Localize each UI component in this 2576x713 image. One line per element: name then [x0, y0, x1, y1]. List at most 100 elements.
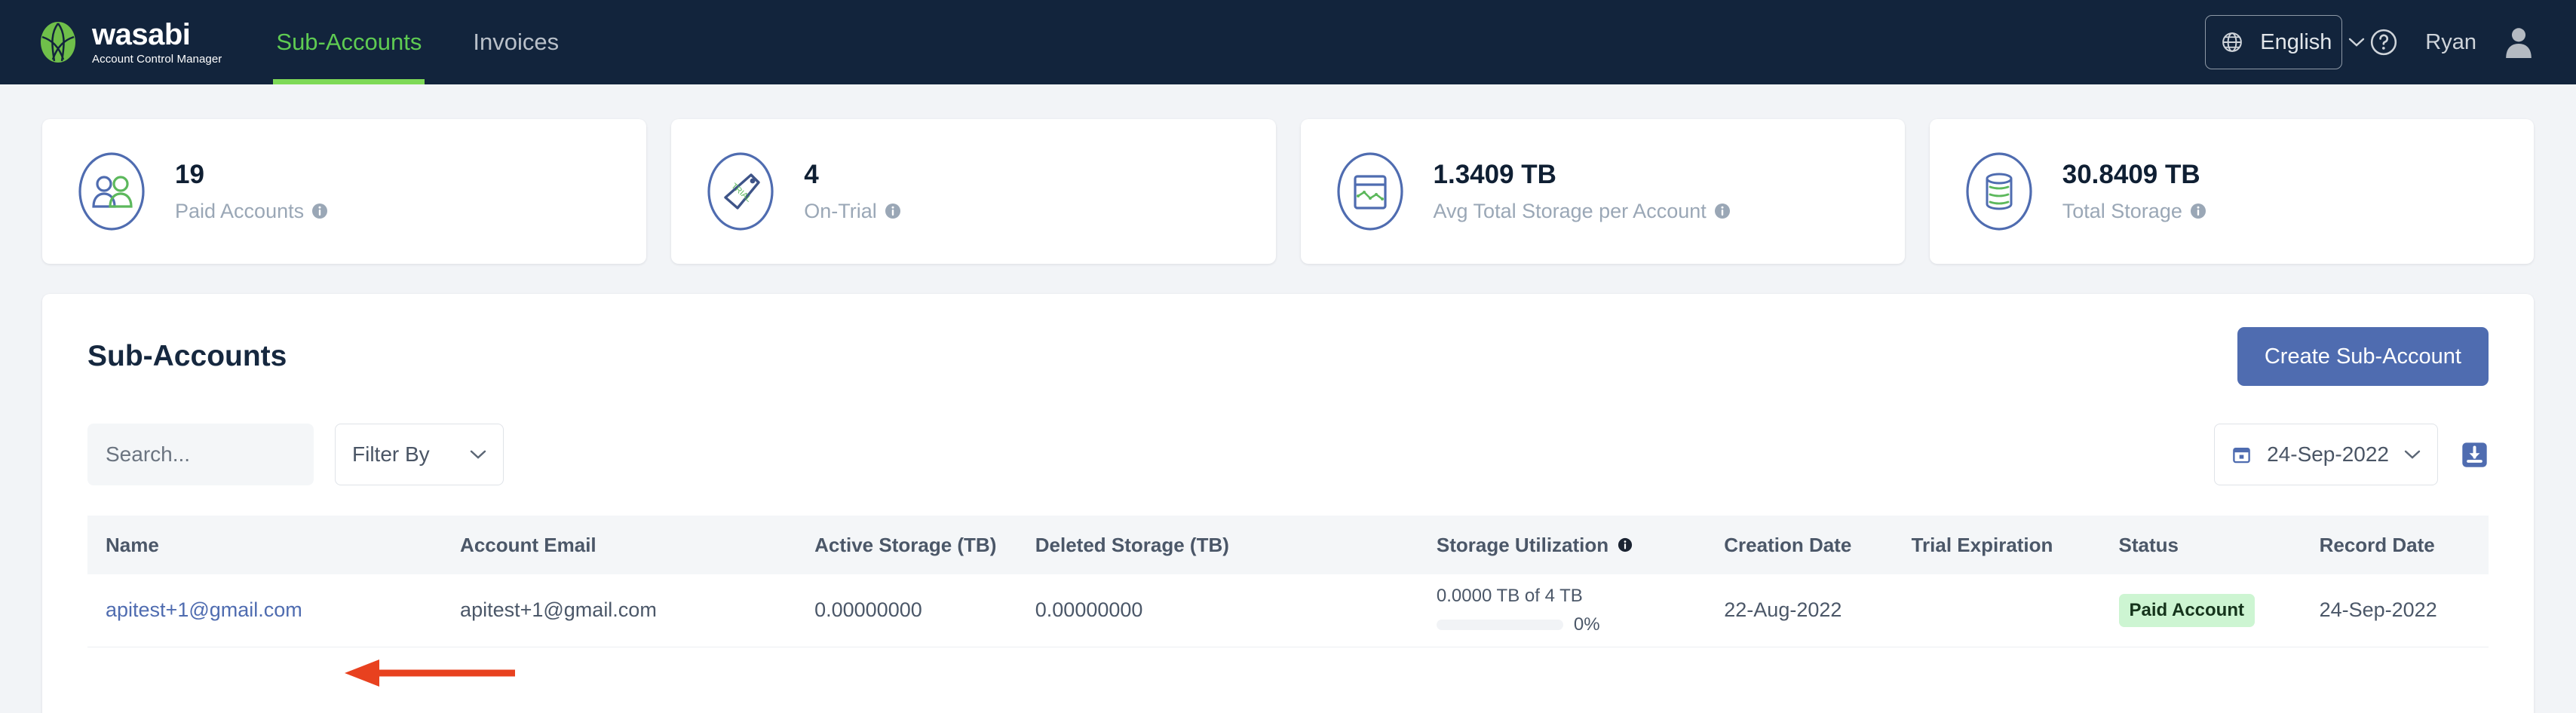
column-header-storage-utilization-label: Storage Utilization [1436, 533, 1609, 556]
column-header-trial-expiration-label: Trial Expiration [1911, 533, 2053, 556]
database-icon [1966, 152, 2032, 231]
stat-value: 4 [804, 160, 819, 190]
column-header-creation-date-label: Creation Date [1724, 533, 1852, 556]
utilization-text: 0.0000 TB of 4 TB [1436, 585, 1583, 606]
column-header-active-storage-label: Active Storage (TB) [814, 533, 997, 556]
column-header-active-storage[interactable]: Active Storage (TB) [796, 516, 1017, 574]
user-name-label: Ryan [2425, 29, 2476, 54]
column-header-deleted-storage-label: Deleted Storage (TB) [1035, 533, 1229, 556]
utilization-progress-row: 0% [1436, 614, 1706, 635]
table-toolbar: Filter By 24-Sep-2022 [42, 386, 2534, 485]
trial-tag-icon: TRIAL [707, 152, 774, 231]
stat-label-row: Paid Accounts [175, 200, 328, 223]
top-navigation-bar: wasabi Account Control Manager Sub-Accou… [0, 0, 2576, 84]
stat-value: 30.8409 TB [2062, 160, 2200, 190]
stat-label-row: Avg Total Storage per Account [1434, 200, 1731, 223]
page-root: wasabi Account Control Manager Sub-Accou… [0, 0, 2576, 713]
info-icon[interactable] [885, 203, 901, 219]
main-nav-links: Sub-Accounts Invoices [273, 0, 562, 84]
nav-tab-invoices[interactable]: Invoices [470, 0, 562, 84]
storage-chart-icon [1336, 152, 1403, 231]
nav-right-group: English Ryan [2205, 15, 2534, 69]
info-icon[interactable] [1714, 203, 1731, 219]
sub-accounts-panel: Sub-Accounts Create Sub-Account Filter B… [42, 294, 2534, 713]
stat-card-paid-accounts: 19 Paid Accounts [42, 119, 647, 264]
column-header-storage-utilization[interactable]: Storage Utilization [1418, 516, 1706, 574]
filter-by-dropdown[interactable]: Filter By [335, 424, 504, 485]
page-title: Sub-Accounts [87, 340, 287, 372]
column-header-name[interactable]: Name [87, 516, 442, 574]
stat-card-on-trial: TRIAL 4 On-Trial [671, 119, 1276, 264]
column-header-account-email[interactable]: Account Email [442, 516, 796, 574]
nav-tab-sub-accounts[interactable]: Sub-Accounts [273, 0, 425, 84]
info-icon[interactable] [1618, 537, 1633, 552]
info-icon[interactable] [311, 203, 328, 219]
utilization-percent: 0% [1573, 614, 1600, 635]
language-label: English [2260, 29, 2332, 54]
table-body: apitest+1@gmail.com apitest+1@gmail.com … [87, 574, 2489, 647]
download-box-icon[interactable] [2461, 441, 2489, 469]
cell-creation-date: 22-Aug-2022 [1706, 574, 1894, 647]
stat-label-row: Total Storage [2062, 200, 2206, 223]
sub-accounts-table-container: Name Account Email Active Storage (TB) D… [42, 516, 2534, 647]
brand-tagline: Account Control Manager [92, 53, 222, 66]
create-sub-account-button[interactable]: Create Sub-Account [2237, 327, 2489, 386]
stat-label: Total Storage [2062, 199, 2182, 222]
avg-storage-icon-ring [1334, 151, 1406, 232]
stat-label: Avg Total Storage per Account [1433, 199, 1707, 222]
column-header-status[interactable]: Status [2101, 516, 2302, 574]
column-header-creation-date[interactable]: Creation Date [1706, 516, 1893, 574]
chevron-down-icon [2404, 450, 2421, 459]
search-input[interactable] [87, 424, 314, 485]
trial-icon-ring: TRIAL [704, 151, 777, 232]
table-header: Name Account Email Active Storage (TB) D… [87, 516, 2489, 574]
user-avatar-icon[interactable] [2504, 26, 2534, 58]
stat-label: On-Trial [804, 199, 877, 222]
cell-trial-expiration [1893, 574, 2101, 647]
cell-status: Paid Account [2100, 574, 2302, 647]
stat-label: Paid Accounts [175, 199, 305, 222]
calendar-icon [2233, 447, 2250, 464]
brand-logo[interactable]: wasabi Account Control Manager [36, 20, 222, 65]
wasabi-leaf-icon [41, 22, 75, 63]
brand-wordmark: wasabi [92, 18, 191, 51]
filter-by-label: Filter By [352, 442, 430, 466]
chevron-down-icon [2349, 38, 2365, 47]
cell-storage-utilization: 0.0000 TB of 4 TB 0% [1418, 574, 1707, 647]
column-header-deleted-storage[interactable]: Deleted Storage (TB) [1017, 516, 1418, 574]
summary-stat-cards: 19 Paid Accounts TRIAL 4 On-Trial 1.3409… [0, 84, 2576, 264]
cell-account-email: apitest+1@gmail.com [442, 574, 797, 647]
users-icon [78, 152, 145, 231]
sub-accounts-table: Name Account Email Active Storage (TB) D… [87, 516, 2489, 647]
stat-label-row: On-Trial [804, 200, 901, 223]
cell-active-storage: 0.00000000 [796, 574, 1017, 647]
column-header-status-label: Status [2118, 533, 2179, 556]
status-badge: Paid Account [2118, 593, 2255, 627]
date-picker-label: 24-Sep-2022 [2267, 442, 2389, 466]
users-icon-ring [75, 151, 148, 232]
utilization-progress-bar [1436, 619, 1563, 630]
panel-header: Sub-Accounts Create Sub-Account [42, 294, 2534, 386]
cell-deleted-storage: 0.00000000 [1017, 574, 1418, 647]
help-circle-icon[interactable] [2369, 28, 2398, 57]
column-header-trial-expiration[interactable]: Trial Expiration [1894, 516, 2101, 574]
globe-icon [2222, 32, 2243, 52]
stat-value: 19 [175, 160, 204, 190]
table-header-row: Name Account Email Active Storage (TB) D… [87, 516, 2489, 574]
stat-card-total-storage: 30.8409 TB Total Storage [1929, 119, 2534, 264]
stat-card-avg-storage: 1.3409 TB Avg Total Storage per Account [1300, 119, 1905, 264]
info-icon[interactable] [2190, 203, 2206, 219]
total-storage-icon-ring [1963, 151, 2035, 232]
column-header-record-date[interactable]: Record Date [2302, 516, 2489, 574]
toolbar-right-group: 24-Sep-2022 [2214, 424, 2489, 485]
date-picker[interactable]: 24-Sep-2022 [2214, 424, 2438, 485]
language-selector[interactable]: English [2205, 15, 2365, 69]
chevron-down-icon [470, 450, 486, 459]
stat-value: 1.3409 TB [1433, 160, 1556, 190]
column-header-record-date-label: Record Date [2319, 533, 2435, 556]
table-row[interactable]: apitest+1@gmail.com apitest+1@gmail.com … [87, 574, 2489, 647]
column-header-account-email-label: Account Email [460, 533, 596, 556]
cell-record-date: 24-Sep-2022 [2301, 574, 2489, 647]
cell-name-link[interactable]: apitest+1@gmail.com [87, 574, 443, 647]
column-header-name-label: Name [106, 533, 159, 556]
